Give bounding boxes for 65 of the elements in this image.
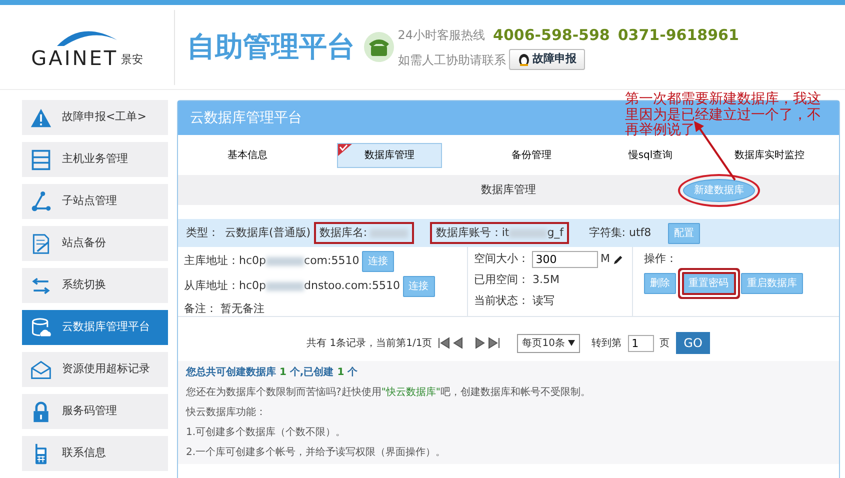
type-value: 云数据库(普通版) (225, 224, 311, 241)
blurred-text (509, 228, 548, 238)
tab[interactable]: 备份管理 (472, 142, 591, 168)
sidebar-item[interactable]: 云数据库管理平台 (22, 310, 168, 345)
address-text: 主库地址：hc0p com:5510 (184, 253, 360, 270)
go-button[interactable]: GO (676, 332, 710, 354)
record-summary: 共有 1条记录，当前第1/1页 (306, 336, 432, 350)
pencil-icon[interactable] (612, 254, 624, 265)
dropdown-caret-icon (568, 340, 576, 346)
feature-item: 2.一个库可创建多个帐号，并给予读写权限（界面操作）。 (186, 446, 447, 460)
database-name-field: 数据库名: (316, 224, 411, 242)
unit-text: M (600, 251, 610, 268)
sidebar-item[interactable]: 系统切换 (22, 268, 168, 303)
sidebar-item[interactable]: 服务码管理 (22, 394, 168, 429)
phone-number: 4006-598-598 (493, 25, 610, 46)
address-text: 从库地址：hc0p dnstoo.com:5510 (184, 278, 400, 294)
per-page-select[interactable]: 每页10条 (517, 334, 580, 352)
sidebar-item[interactable]: 主机业务管理 (22, 142, 168, 177)
warning-icon (30, 106, 52, 128)
sidebar-item[interactable]: 联系信息 (22, 436, 168, 471)
blurred-text (266, 282, 304, 291)
database-cloud-icon (30, 316, 52, 338)
promo-link[interactable]: "快云数据库" (381, 387, 441, 398)
database-account-field: 数据库账号：it g_f (433, 224, 566, 242)
type-label: 类型： (186, 224, 219, 241)
envelope-icon (30, 358, 52, 380)
feature-item: 1.可创建多个数据库（个数不限）。 (186, 426, 347, 440)
telephone-icon (363, 31, 395, 63)
sidebar-item[interactable]: 子站点管理 (22, 184, 168, 219)
sidebar-item[interactable]: 资源使用超标记录 (22, 352, 168, 387)
note-text: 备注： 暂无备注 (184, 301, 266, 317)
promo-text: 您还在为数据库个数限制而苦恼吗?赶快使用"快云数据库"吧，创建数据库和帐号不受限制。 (186, 386, 592, 400)
document-edit-icon (30, 232, 52, 254)
server-icon (30, 148, 52, 170)
used-space-text: 已用空间： 3.5M (474, 272, 560, 288)
phone-number: 0371-9618961 (618, 25, 739, 46)
tab[interactable]: 数据库管理 (337, 142, 442, 168)
pager-arrows-icon[interactable] (438, 336, 500, 350)
charset-text: 字符集: utf8 (588, 224, 652, 241)
tab[interactable]: 数据库实时监控 (710, 142, 829, 168)
hotline-label: 24小时客服热线 (398, 27, 486, 44)
logo-chinese: 景安 (120, 52, 143, 68)
sidebar-item[interactable]: 故障申报<工单> (22, 100, 168, 135)
space-size-input[interactable]: 300 (532, 251, 598, 268)
section-label: 数据库管理 (481, 182, 536, 198)
report-button[interactable]: 故障申报 (508, 49, 586, 70)
space-label: 空间大小： (474, 251, 529, 268)
platform-title: 自助管理平台 (187, 29, 355, 65)
status-text: 当前状态： 读写 (474, 292, 556, 308)
sidebar-item[interactable]: 站点备份 (22, 226, 168, 261)
quota-text: 您总共可创建数据库 1 个,已创建 1 个 (186, 365, 359, 380)
help-label: 如需人工协助请联系 (398, 52, 506, 69)
features-title: 快云数据库功能： (186, 406, 267, 420)
tab[interactable]: 慢sql查询 (591, 142, 710, 168)
operations-label: 操作： (644, 251, 678, 267)
page-number-input[interactable]: 1 (628, 334, 654, 352)
branch-icon (30, 190, 52, 212)
logo-text: GAINET (31, 48, 118, 68)
blurred-text (266, 256, 304, 266)
tab[interactable]: 基本信息 (188, 142, 307, 168)
goto-label: 转到第 (592, 336, 622, 350)
penguin-icon (518, 53, 530, 66)
page-unit: 页 (660, 336, 670, 350)
blurred-text (370, 228, 408, 238)
check-corner-icon (338, 144, 352, 156)
